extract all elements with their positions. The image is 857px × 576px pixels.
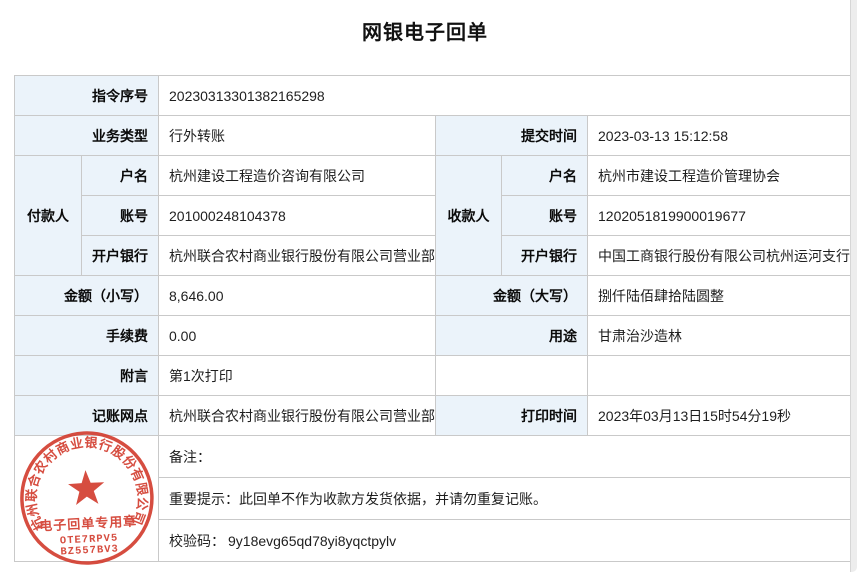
notice-text: 重要提示：此回单不作为收款方发货依据，并请勿重复记账。 bbox=[159, 478, 851, 520]
payee-account-label: 账号 bbox=[502, 196, 588, 236]
row-instruction: 指令序号 20230313301382165298 bbox=[15, 76, 851, 116]
payer-bank-label: 开户银行 bbox=[82, 236, 159, 276]
biz-type-value: 行外转账 bbox=[159, 116, 436, 156]
payee-group-label: 收款人 bbox=[436, 156, 502, 276]
star-icon bbox=[67, 469, 105, 505]
payer-account-value: 201000248104378 bbox=[159, 196, 436, 236]
payer-group-label: 付款人 bbox=[15, 156, 82, 276]
row-account-names: 付款人 户名 杭州建设工程造价咨询有限公司 收款人 户名 杭州市建设工程造价管理… bbox=[15, 156, 851, 196]
biz-type-label: 业务类型 bbox=[15, 116, 159, 156]
amount-figures-value: 8,646.00 bbox=[159, 276, 436, 316]
empty-value-cell bbox=[588, 356, 851, 396]
branch-value: 杭州联合农村商业银行股份有限公司营业部 bbox=[159, 396, 436, 436]
amount-words-label: 金额（大写） bbox=[436, 276, 588, 316]
instruction-value: 20230313301382165298 bbox=[159, 76, 851, 116]
row-banks: 开户银行 杭州联合农村商业银行股份有限公司营业部 开户银行 中国工商银行股份有限… bbox=[15, 236, 851, 276]
row-fee-purpose: 手续费 0.00 用途 甘肃治沙造林 bbox=[15, 316, 851, 356]
payee-name-label: 户名 bbox=[502, 156, 588, 196]
payer-account-label: 账号 bbox=[82, 196, 159, 236]
postscript-value: 第1次打印 bbox=[159, 356, 436, 396]
row-biztype-submittime: 业务类型 行外转账 提交时间 2023-03-13 15:12:58 bbox=[15, 116, 851, 156]
row-account-numbers: 账号 201000248104378 账号 120205181990001967… bbox=[15, 196, 851, 236]
seal-title: 电子回单专用章 bbox=[39, 513, 138, 533]
payee-account-value: 1202051819900019677 bbox=[588, 196, 851, 236]
bank-seal-stamp: 杭州联合农村商业银行股份有限公司 电子回单专用章 OTE7RPV5 BZ557B… bbox=[6, 423, 168, 576]
payer-name-value: 杭州建设工程造价咨询有限公司 bbox=[159, 156, 436, 196]
submit-time-label: 提交时间 bbox=[436, 116, 588, 156]
amount-figures-label: 金额（小写） bbox=[15, 276, 159, 316]
remark-text: 备注： bbox=[159, 436, 851, 478]
fee-label: 手续费 bbox=[15, 316, 159, 356]
payer-name-label: 户名 bbox=[82, 156, 159, 196]
fee-value: 0.00 bbox=[159, 316, 436, 356]
row-amounts: 金额（小写） 8,646.00 金额（大写） 捌仟陆佰肆拾陆圆整 bbox=[15, 276, 851, 316]
payee-bank-label: 开户银行 bbox=[502, 236, 588, 276]
verify-code-cell: 校验码：9y18evg65qd78yi8yqctpylv bbox=[159, 520, 851, 562]
payee-name-value: 杭州市建设工程造价管理协会 bbox=[588, 156, 851, 196]
verify-code-label: 校验码： bbox=[169, 533, 225, 549]
payee-bank-value: 中国工商银行股份有限公司杭州运河支行 bbox=[588, 236, 851, 276]
purpose-label: 用途 bbox=[436, 316, 588, 356]
page-title: 网银电子回单 bbox=[0, 16, 850, 45]
instruction-label: 指令序号 bbox=[15, 76, 159, 116]
submit-time-value: 2023-03-13 15:12:58 bbox=[588, 116, 851, 156]
empty-label-cell bbox=[436, 356, 588, 396]
purpose-value: 甘肃治沙造林 bbox=[588, 316, 851, 356]
postscript-label: 附言 bbox=[15, 356, 159, 396]
payer-bank-value: 杭州联合农村商业银行股份有限公司营业部 bbox=[159, 236, 436, 276]
print-time-value: 2023年03月13日15时54分19秒 bbox=[588, 396, 851, 436]
verify-code-value: 9y18evg65qd78yi8yqctpylv bbox=[228, 533, 396, 549]
window-right-edge bbox=[850, 0, 857, 572]
print-time-label: 打印时间 bbox=[436, 396, 588, 436]
seal-code-line2: BZ557BV3 bbox=[60, 543, 119, 558]
amount-words-value: 捌仟陆佰肆拾陆圆整 bbox=[588, 276, 851, 316]
row-postscript: 附言 第1次打印 bbox=[15, 356, 851, 396]
